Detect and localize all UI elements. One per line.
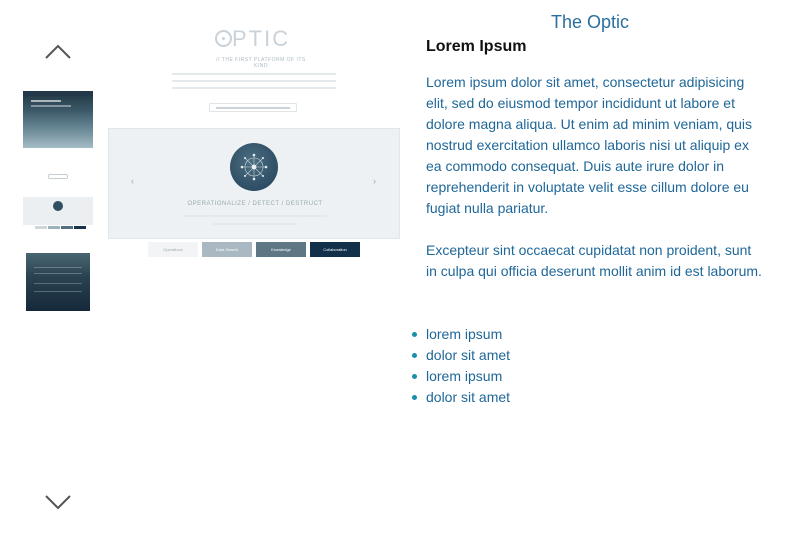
preview-tab-knowledge: Knowledge: [256, 242, 306, 257]
main-preview-image[interactable]: PTIC // THE FIRST PLATFORM OF ITS KIND ‹: [108, 22, 400, 262]
preview-left-arrow-icon: ‹: [131, 176, 134, 186]
preview-tab-collaboration: Collaboration: [310, 242, 360, 257]
preview-tab-operations: Operations: [148, 242, 198, 257]
preview-tagline: // THE FIRST PLATFORM OF ITS KIND: [216, 57, 306, 69]
feature-list: lorem ipsum dolor sit amet lorem ipsum d…: [411, 324, 510, 408]
optic-logo: PTIC: [215, 26, 295, 51]
list-item: lorem ipsum: [411, 324, 510, 345]
list-item: dolor sit amet: [411, 387, 510, 408]
optic-logo-ring-icon: [215, 30, 232, 47]
list-item: dolor sit amet: [411, 345, 510, 366]
section-heading: Lorem Ipsum: [426, 38, 527, 55]
description-paragraph-1: Lorem ipsum dolor sit amet, consectetur …: [426, 74, 753, 216]
thumbnail-1[interactable]: [23, 91, 93, 148]
chevron-up-icon[interactable]: [44, 42, 72, 62]
list-item: lorem ipsum: [411, 366, 510, 387]
description-paragraph-2: Excepteur sint occaecat cupidatat non pr…: [426, 242, 762, 279]
preview-tab-data-search: Data Search: [202, 242, 252, 257]
preview-feature-panel: ‹ › OPERATIONALIZE / DETECT / DESTRUCT: [108, 128, 400, 239]
chevron-down-icon[interactable]: [44, 492, 72, 512]
preview-cta-button: [209, 103, 297, 112]
network-hub-icon: [230, 143, 278, 191]
project-title: The Optic: [551, 12, 630, 32]
thumbnail-3[interactable]: [26, 253, 90, 311]
preview-right-arrow-icon: ›: [373, 176, 376, 186]
preview-panel-title: OPERATIONALIZE / DETECT / DESTRUCT: [187, 201, 323, 207]
thumbnail-2[interactable]: [23, 167, 93, 232]
thumbnail-strip: [0, 0, 110, 540]
